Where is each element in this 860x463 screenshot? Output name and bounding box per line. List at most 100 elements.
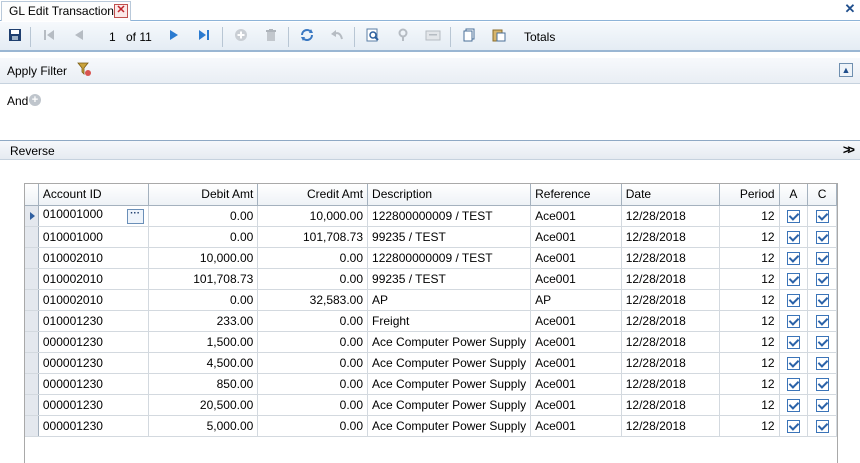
cell-credit-amt[interactable]: 32,583.00: [257, 289, 369, 311]
cell-account-id[interactable]: 000001230: [38, 331, 149, 353]
cell-credit-amt[interactable]: 0.00: [257, 352, 369, 374]
cell-debit-amt[interactable]: 0.00: [148, 205, 259, 227]
cell-debit-amt[interactable]: 20,500.00: [148, 394, 259, 416]
previous-record-icon[interactable]: [70, 28, 88, 46]
cell-credit-amt[interactable]: 0.00: [257, 247, 369, 269]
cell-period[interactable]: 12: [719, 394, 780, 416]
cell-description[interactable]: Freight: [367, 310, 532, 332]
c-checkbox[interactable]: [815, 419, 829, 433]
last-record-icon[interactable]: [195, 28, 213, 46]
a-checkbox[interactable]: [786, 419, 800, 433]
save-icon[interactable]: [6, 28, 24, 46]
cell-credit-amt[interactable]: 10,000.00: [257, 205, 369, 227]
c-checkbox[interactable]: [815, 314, 829, 328]
cell-credit-amt[interactable]: 101,708.73: [257, 226, 369, 248]
column-header-a[interactable]: A: [779, 184, 809, 206]
cell-debit-amt[interactable]: 0.00: [148, 289, 259, 311]
cell-date[interactable]: 12/28/2018: [621, 331, 720, 353]
tab-gl-edit-transactions[interactable]: GL Edit Transactions ✕: [1, 1, 131, 21]
cell-debit-amt[interactable]: 101,708.73: [148, 268, 259, 290]
cell-period[interactable]: 12: [719, 268, 780, 290]
close-window-icon[interactable]: ✕: [843, 2, 857, 17]
page-current[interactable]: 1: [109, 29, 116, 45]
row-selector-header[interactable]: [25, 184, 39, 206]
row-selector[interactable]: [25, 289, 39, 311]
find-icon[interactable]: [364, 28, 382, 46]
add-condition-icon[interactable]: +: [29, 94, 41, 106]
cell-period[interactable]: 12: [719, 205, 780, 227]
row-selector[interactable]: [25, 226, 39, 248]
close-tab-icon[interactable]: ✕: [114, 4, 128, 18]
cell-date[interactable]: 12/28/2018: [621, 394, 720, 416]
table-row[interactable]: 010002010 0.00 32,583.00 AP AP 12/28/2018 12: [25, 289, 837, 311]
cell-period[interactable]: 12: [719, 226, 780, 248]
cell-account-id[interactable]: 000001230: [38, 352, 149, 374]
cell-reference[interactable]: Ace001: [530, 268, 622, 290]
cell-debit-amt[interactable]: 5,000.00: [148, 415, 259, 437]
cell-description[interactable]: Ace Computer Power Supply: [367, 415, 532, 437]
cell-credit-amt[interactable]: 0.00: [257, 268, 369, 290]
cell-date[interactable]: 12/28/2018: [621, 352, 720, 374]
a-checkbox[interactable]: [786, 251, 800, 265]
row-selector[interactable]: [25, 394, 39, 416]
cell-reference[interactable]: Ace001: [530, 205, 622, 227]
account-lookup-button[interactable]: ···: [126, 209, 144, 224]
table-row[interactable]: ··· 010001000 0.00 10,000.00 122800000009 / …: [25, 205, 837, 227]
row-selector[interactable]: [25, 247, 39, 269]
cell-reference[interactable]: Ace001: [530, 373, 622, 395]
a-checkbox[interactable]: [786, 230, 800, 244]
cell-credit-amt[interactable]: 0.00: [257, 373, 369, 395]
cell-account-id[interactable]: 010002010: [38, 289, 149, 311]
cell-reference[interactable]: Ace001: [530, 247, 622, 269]
column-header-date[interactable]: Date: [621, 184, 720, 206]
cell-account-id[interactable]: 000001230: [38, 394, 149, 416]
column-header-description[interactable]: Description: [367, 184, 532, 206]
table-row[interactable]: 000001230 4,500.00 0.00 Ace Computer Power …: [25, 352, 837, 374]
paste-icon[interactable]: [490, 28, 508, 46]
c-checkbox[interactable]: [815, 272, 829, 286]
cell-debit-amt[interactable]: 233.00: [148, 310, 259, 332]
first-record-icon[interactable]: [40, 28, 58, 46]
cell-account-id[interactable]: 010001000: [38, 226, 149, 248]
a-checkbox[interactable]: [786, 377, 800, 391]
cell-date[interactable]: 12/28/2018: [621, 415, 720, 437]
filter-clear-icon[interactable]: [77, 62, 93, 78]
cell-reference[interactable]: Ace001: [530, 394, 622, 416]
cell-description[interactable]: Ace Computer Power Supply: [367, 352, 532, 374]
cell-date[interactable]: 12/28/2018: [621, 268, 720, 290]
cell-debit-amt[interactable]: 1,500.00: [148, 331, 259, 353]
c-checkbox[interactable]: [815, 230, 829, 244]
refresh-icon[interactable]: [298, 28, 316, 46]
column-header-debit-amt[interactable]: Debit Amt: [148, 184, 259, 206]
c-checkbox[interactable]: [815, 251, 829, 265]
table-row[interactable]: 000001230 20,500.00 0.00 Ace Computer Power…: [25, 394, 837, 416]
cell-period[interactable]: 12: [719, 310, 780, 332]
a-checkbox[interactable]: [786, 314, 800, 328]
delete-record-icon[interactable]: [262, 28, 280, 46]
totals-button[interactable]: Totals: [524, 29, 555, 45]
collapse-filter-icon[interactable]: ▲: [839, 63, 853, 77]
cell-description[interactable]: 122800000009 / TEST: [367, 247, 532, 269]
row-selector[interactable]: [25, 373, 39, 395]
cell-account-id[interactable]: 010002010: [38, 247, 149, 269]
c-checkbox[interactable]: [815, 356, 829, 370]
cell-description[interactable]: Ace Computer Power Supply: [367, 373, 532, 395]
a-checkbox[interactable]: [786, 335, 800, 349]
next-record-icon[interactable]: [165, 28, 183, 46]
row-selector[interactable]: [25, 352, 39, 374]
row-selector[interactable]: [25, 415, 39, 437]
cell-period[interactable]: 12: [719, 331, 780, 353]
notes-icon[interactable]: [424, 28, 442, 46]
cell-credit-amt[interactable]: 0.00: [257, 394, 369, 416]
row-selector[interactable]: [25, 310, 39, 332]
cell-debit-amt[interactable]: 10,000.00: [148, 247, 259, 269]
table-row[interactable]: 010001230 233.00 0.00 Freight Ace001 12/28/20…: [25, 310, 837, 332]
table-row[interactable]: 000001230 850.00 0.00 Ace Computer Power Su…: [25, 373, 837, 395]
cell-period[interactable]: 12: [719, 415, 780, 437]
table-row[interactable]: 010001000 0.00 101,708.73 99235 / TEST Ace00…: [25, 226, 837, 248]
a-checkbox[interactable]: [786, 398, 800, 412]
cell-date[interactable]: 12/28/2018: [621, 205, 720, 227]
cell-credit-amt[interactable]: 0.00: [257, 331, 369, 353]
cell-debit-amt[interactable]: 4,500.00: [148, 352, 259, 374]
cell-date[interactable]: 12/28/2018: [621, 289, 720, 311]
